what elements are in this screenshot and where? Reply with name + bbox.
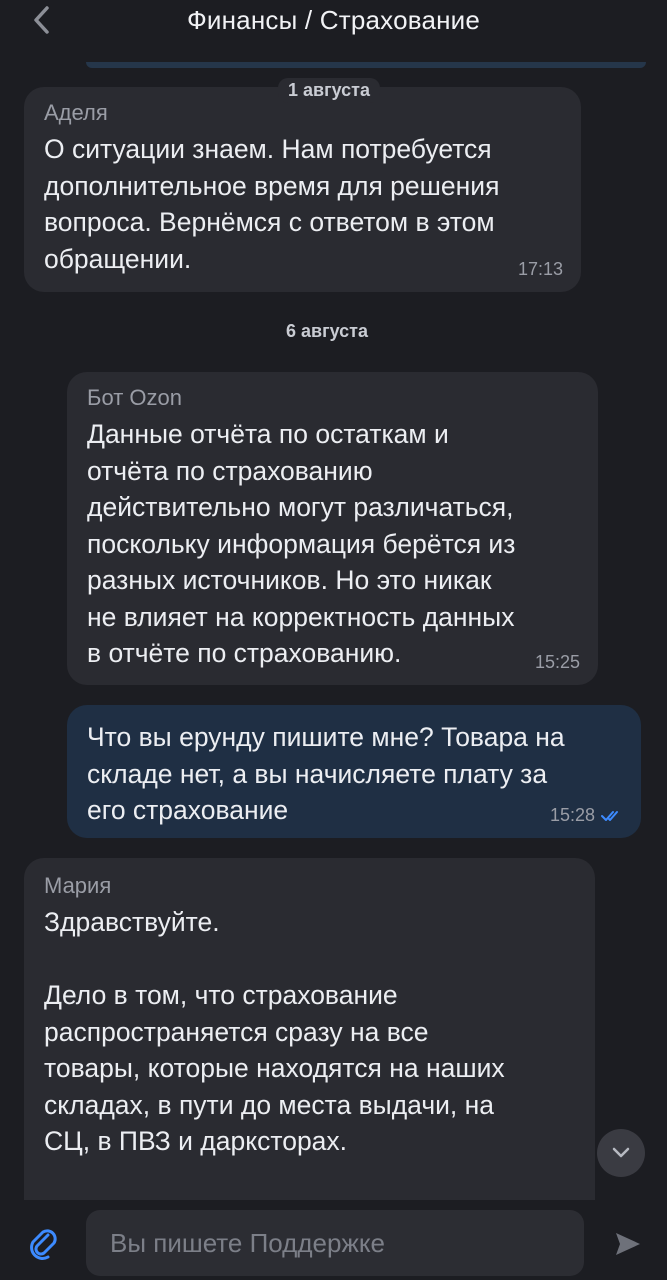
message-author: Аделя [44,100,108,125]
message-text: Данные отчёта по остаткам и отчёта по ст… [87,419,516,668]
date-separator: 1 августа [278,78,380,103]
message-bubble-incoming[interactable]: Мария Здравствуйте. Дело в том, что стра… [24,858,595,1203]
message-time: 15:25 [535,652,580,673]
message-time-label: 17:13 [517,259,563,279]
message-author: Бот Ozon [87,385,182,410]
message-time: 15:28 [550,805,623,826]
previous-message-edge [86,62,646,68]
attach-button[interactable] [26,1226,62,1262]
message-time-label: 15:25 [534,652,580,672]
paperclip-icon [30,1229,57,1260]
message-bubble-incoming[interactable]: Бот Ozon Данные отчёта по остаткам и отч… [67,372,598,685]
message-input[interactable] [86,1210,584,1276]
message-text: Что вы ерунду пишите мне? Товара на скла… [87,722,565,825]
message-text: Здравствуйте. Дело в том, что страховани… [44,907,505,1156]
chat-title: Финансы / Страхование [186,5,481,35]
message-text: О ситуации знаем. Нам потребуется дополн… [44,134,500,274]
message-time: 17:13 [518,259,563,280]
chevron-down-icon [612,1147,630,1158]
message-author: Мария [44,873,112,898]
send-icon [616,1233,640,1255]
scroll-down-button[interactable] [597,1129,645,1177]
message-time-label: 15:28 [549,805,595,825]
chat-header: Финансы / Страхование [0,0,667,48]
date-separator: 6 августа [286,321,368,341]
message-bubble-incoming[interactable]: Аделя О ситуации знаем. Нам потребуется … [24,87,581,292]
message-bubble-outgoing[interactable]: Что вы ерунду пишите мне? Товара на скла… [67,705,641,838]
send-button[interactable] [610,1226,646,1262]
double-check-icon [601,809,623,823]
message-input-bar [0,1200,667,1280]
chat-screen: Финансы / Страхование Аделя О ситуации з… [0,0,667,1280]
